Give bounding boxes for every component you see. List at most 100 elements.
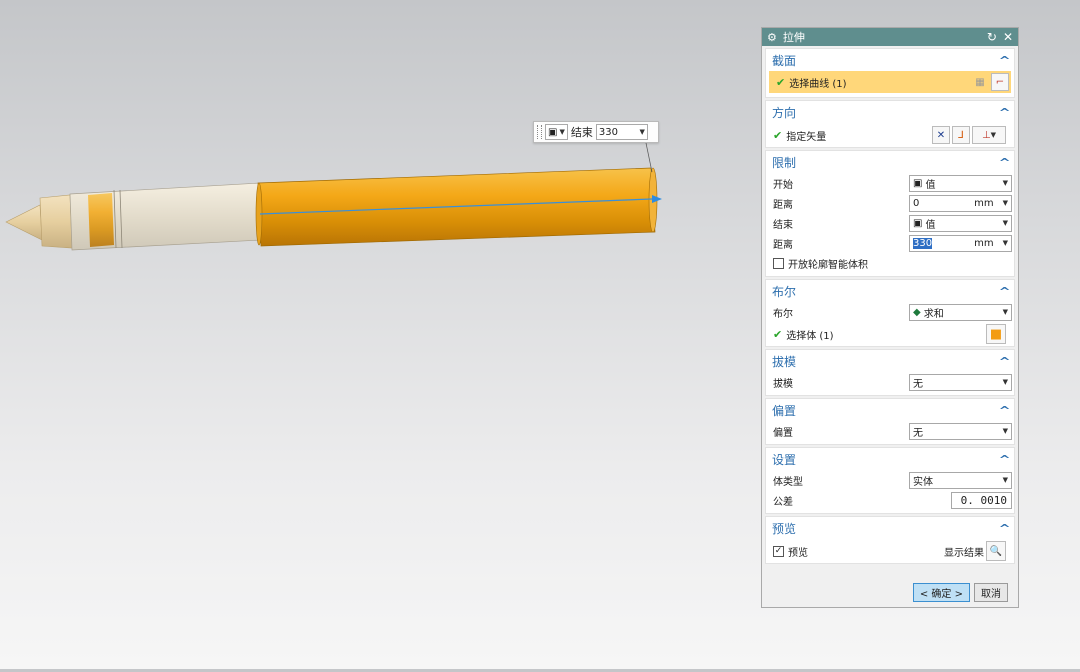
specify-vector-row[interactable]: ✔ 指定矢量 ✕ ⅃ ⊥ ▼ <box>766 123 1014 147</box>
direction-panel: 方向 ^ ✔ 指定矢量 ✕ ⅃ ⊥ ▼ <box>765 100 1015 148</box>
chevron-down-icon: ▼ <box>1002 308 1008 316</box>
collapse-icon[interactable]: ^ <box>998 404 1010 417</box>
draft-value: 无 <box>913 378 923 390</box>
select-curve-row[interactable]: ✔ 选择曲线 (1) ▦ ⌐ <box>769 71 1011 93</box>
float-end-value-input[interactable]: 330 ▼ <box>595 124 648 140</box>
start-distance-row: 距离 0 mm ▼ <box>766 193 1014 213</box>
graphics-viewport[interactable]: ▣ ▼ 结束 330 ▼ <box>0 0 760 669</box>
limits-header[interactable]: 限制 ^ <box>766 151 1014 173</box>
collapse-icon[interactable]: ^ <box>998 453 1010 466</box>
settings-header[interactable]: 设置 ^ <box>766 448 1014 470</box>
start-row: 开始 ▣ 值 ▼ <box>766 173 1014 193</box>
reset-icon[interactable]: ↻ <box>987 30 997 44</box>
cube-icon: ▣ <box>913 177 923 189</box>
offset-row: 偏置 无 ▼ <box>766 421 1014 441</box>
offset-panel: 偏置 ^ 偏置 无 ▼ <box>765 398 1015 445</box>
draft-title: 拔模 <box>772 354 797 369</box>
end-limit-dropdown[interactable]: ▣ 值 ▼ <box>909 214 1012 232</box>
collapse-icon[interactable]: ^ <box>998 522 1010 535</box>
chevron-down-icon: ▼ <box>1002 199 1008 207</box>
chevron-down-icon: ▼ <box>1002 427 1008 435</box>
chevron-down-icon: ▼ <box>1002 219 1008 227</box>
ok-button[interactable]: < 确定 > <box>912 583 970 602</box>
close-icon[interactable]: ✕ <box>1003 30 1013 44</box>
body-type-dropdown[interactable]: 实体 ▼ <box>909 471 1012 489</box>
curve-rule-icon[interactable]: ⌐ <box>991 73 1009 91</box>
limit-type-dropdown[interactable]: ▣ ▼ <box>545 124 568 140</box>
end-distance-value: 330 <box>913 237 933 249</box>
body-type-value: 实体 <box>913 476 933 488</box>
select-curve-label: 选择曲线 (1) <box>789 78 847 90</box>
open-profile-label: 开放轮廓智能体积 <box>788 259 868 271</box>
boolean-dropdown[interactable]: ◆ 求和 ▼ <box>909 303 1012 321</box>
unit-label: mm <box>974 237 994 249</box>
cube-icon: ▣ <box>548 126 558 138</box>
section-header[interactable]: 截面 ^ <box>766 49 1014 71</box>
offset-dropdown[interactable]: 无 ▼ <box>909 422 1012 440</box>
boolean-panel: 布尔 ^ 布尔 ◆ 求和 ▼ ✔ 选择体 (1) ■ <box>765 279 1015 347</box>
tolerance-row: 公差 0. 0010 <box>766 490 1014 510</box>
offset-header[interactable]: 偏置 ^ <box>766 399 1014 421</box>
floating-limit-tool: ▣ ▼ 结束 330 ▼ <box>533 121 659 143</box>
float-end-label: 结束 <box>570 126 593 139</box>
dialog-title: 拉伸 <box>782 31 805 44</box>
extrude-dialog: ⚙ 拉伸 ↻ ✕ 截面 ^ ✔ 选择曲线 (1) ▦ ⌐ 方向 ^ ✔ 指定矢量… <box>761 27 1019 608</box>
magnifier-icon[interactable]: 🔍 <box>986 541 1006 561</box>
preview-header[interactable]: 预览 ^ <box>766 517 1014 539</box>
collapse-icon[interactable]: ^ <box>998 156 1010 169</box>
offset-value: 无 <box>913 427 923 439</box>
start-distance-value: 0 <box>913 197 920 209</box>
offset-title: 偏置 <box>772 403 797 418</box>
sketch-icon[interactable]: ▦ <box>971 73 989 91</box>
limits-title: 限制 <box>772 155 797 170</box>
extruded-part-model[interactable] <box>0 0 760 669</box>
limits-panel: 限制 ^ 开始 ▣ 值 ▼ 距离 0 mm ▼ 结束 ▣ 值 ▼ 距离 330 mm ▼ 开放轮… <box>765 150 1015 277</box>
settings-panel: 设置 ^ 体类型 实体 ▼ 公差 0. 0010 <box>765 447 1015 514</box>
leader-line <box>645 142 653 173</box>
vector-type-dropdown[interactable]: ⊥ ▼ <box>972 126 1006 144</box>
cancel-button[interactable]: 取消 <box>974 583 1008 602</box>
dialog-footer: < 确定 > 取消 <box>912 583 1008 602</box>
boolean-row: 布尔 ◆ 求和 ▼ <box>766 302 1014 322</box>
preview-label: 预览 <box>788 547 808 559</box>
preview-checkbox[interactable]: ✓ <box>773 545 784 557</box>
boolean-header[interactable]: 布尔 ^ <box>766 280 1014 302</box>
unite-icon: ◆ <box>913 306 921 318</box>
select-body-label: 选择体 (1) <box>786 330 834 342</box>
boolean-title: 布尔 <box>772 284 797 299</box>
gear-icon[interactable]: ⚙ <box>767 31 777 44</box>
select-body-row[interactable]: ✔ 选择体 (1) ■ <box>766 322 1014 346</box>
collapse-icon[interactable]: ^ <box>998 355 1010 368</box>
check-icon: ✔ <box>773 327 783 341</box>
chevron-down-icon: ▼ <box>1002 239 1008 247</box>
draft-panel: 拔模 ^ 拔模 无 ▼ <box>765 349 1015 396</box>
draft-dropdown[interactable]: 无 ▼ <box>909 373 1012 391</box>
start-limit-value: 值 <box>925 179 936 191</box>
float-end-value: 330 <box>598 126 618 138</box>
vector-dialog-icon[interactable]: ⅃ <box>952 126 970 144</box>
drag-handle[interactable] <box>537 125 542 139</box>
chevron-down-icon: ▼ <box>639 128 645 136</box>
tolerance-input[interactable]: 0. 0010 <box>951 491 1012 509</box>
preview-panel: 预览 ^ ✓ 预览 显示结果 🔍 <box>765 516 1015 564</box>
draft-header[interactable]: 拔模 ^ <box>766 350 1014 372</box>
start-limit-dropdown[interactable]: ▣ 值 ▼ <box>909 174 1012 192</box>
collapse-icon[interactable]: ^ <box>998 106 1010 119</box>
solid-body-icon[interactable]: ■ <box>986 324 1006 344</box>
end-distance-row: 距离 330 mm ▼ <box>766 233 1014 253</box>
direction-header[interactable]: 方向 ^ <box>766 101 1014 123</box>
collapse-icon[interactable]: ^ <box>998 285 1010 298</box>
start-distance-input[interactable]: 0 mm ▼ <box>909 194 1012 212</box>
section-panel: 截面 ^ ✔ 选择曲线 (1) ▦ ⌐ <box>765 48 1015 98</box>
dialog-titlebar: ⚙ 拉伸 ↻ ✕ <box>762 28 1018 46</box>
open-profile-checkbox[interactable] <box>773 257 784 269</box>
inner-ring <box>88 193 114 247</box>
end-distance-input[interactable]: 330 mm ▼ <box>909 234 1012 252</box>
open-profile-row[interactable]: 开放轮廓智能体积 <box>766 253 1014 273</box>
collapse-icon[interactable]: ^ <box>998 54 1010 67</box>
direction-title: 方向 <box>772 105 797 120</box>
chevron-down-icon: ▼ <box>1002 378 1008 386</box>
chevron-down-icon: ▼ <box>559 128 565 136</box>
preview-title: 预览 <box>772 521 797 536</box>
reverse-direction-icon[interactable]: ✕ <box>932 126 950 144</box>
